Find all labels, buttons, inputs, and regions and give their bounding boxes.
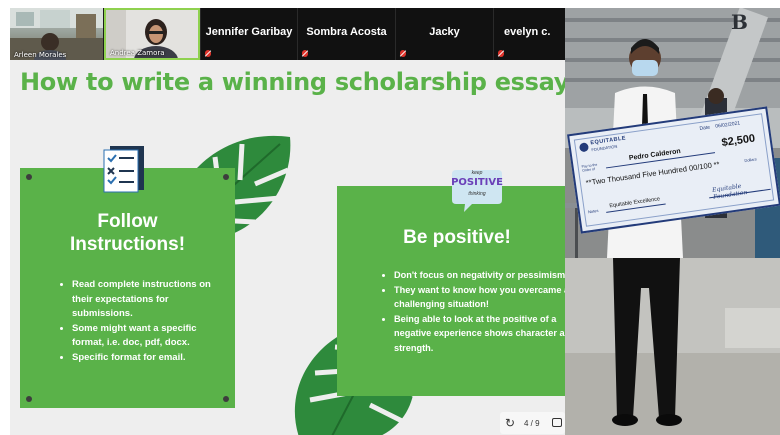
card-heading-line: Instructions! <box>69 234 186 255</box>
muted-mic-icon <box>498 50 504 57</box>
page-indicator: 4 / 9 <box>524 419 540 428</box>
bullet-item: Don't focus on negativity or pessimism <box>394 268 565 283</box>
pin-dot <box>26 396 32 402</box>
bubble-text: thinking <box>468 191 486 197</box>
speech-bubble-icon: keep POSITIVE thinking <box>450 166 504 212</box>
slide-controls: ↻ 4 / 9 <box>500 412 565 434</box>
bullet-item: Some might want a specific format, i.e. … <box>72 322 230 351</box>
checklist-icon <box>103 146 144 193</box>
participant-tile[interactable]: Jacky <box>395 8 493 60</box>
pin-dot <box>26 174 32 180</box>
bullet-item: Being able to look at the positive of a … <box>394 312 565 356</box>
participant-name: Andrea Zamora <box>110 49 165 57</box>
refresh-icon[interactable]: ↻ <box>505 416 515 430</box>
muted-mic-icon <box>302 50 308 57</box>
shared-slide: How to write a winning scholarship essay… <box>10 60 565 435</box>
participant-tile[interactable]: Jennifer Garibay <box>200 8 297 60</box>
muted-mic-icon <box>205 50 211 57</box>
participant-name: Arleen Morales <box>14 51 67 59</box>
participant-name: evelyn c. <box>504 26 551 38</box>
participant-strip: Arleen Morales Andrea Zamora Jennifer Ga… <box>10 8 565 60</box>
participant-name: Jennifer Garibay <box>205 26 293 38</box>
fullscreen-icon[interactable] <box>552 418 562 427</box>
muted-mic-icon <box>400 50 406 57</box>
be-positive-card: Be positive! Don't focus on negativity o… <box>337 186 565 396</box>
participant-tile[interactable]: evelyn c. <box>493 8 565 60</box>
participant-video-tile-active[interactable]: Andrea Zamora <box>104 8 200 60</box>
card-heading-line: Follow <box>97 211 158 232</box>
building-letter: B <box>731 10 748 34</box>
slide-title: How to write a winning scholarship essay <box>20 68 565 96</box>
card-bullets: Don't focus on negativity or pessimism T… <box>382 268 565 355</box>
participant-video-tile[interactable]: Arleen Morales <box>10 8 103 60</box>
follow-instructions-card: Follow Instructions! Read complete instr… <box>20 168 235 408</box>
bullet-item: Read complete instructions on their expe… <box>72 278 230 322</box>
bullet-item: They want to know how you overcame a cha… <box>394 283 565 312</box>
participant-name: Jacky <box>429 26 460 38</box>
card-bullets: Read complete instructions on their expe… <box>60 278 230 365</box>
pin-dot <box>223 396 229 402</box>
card-heading: Follow Instructions! <box>20 210 235 256</box>
bubble-text: keep <box>471 170 483 176</box>
participant-name: Sombra Acosta <box>306 26 387 38</box>
recipient-photo: B EQUITABLE FOUNDATION Date 06/02/2021 P… <box>565 8 780 435</box>
bubble-text: POSITIVE <box>451 177 503 188</box>
participant-tile[interactable]: Sombra Acosta <box>297 8 395 60</box>
foundation-logo-icon <box>579 142 589 152</box>
bullet-item: Specific format for email. <box>72 351 230 366</box>
pin-dot <box>223 174 229 180</box>
card-heading: Be positive! <box>403 227 511 248</box>
